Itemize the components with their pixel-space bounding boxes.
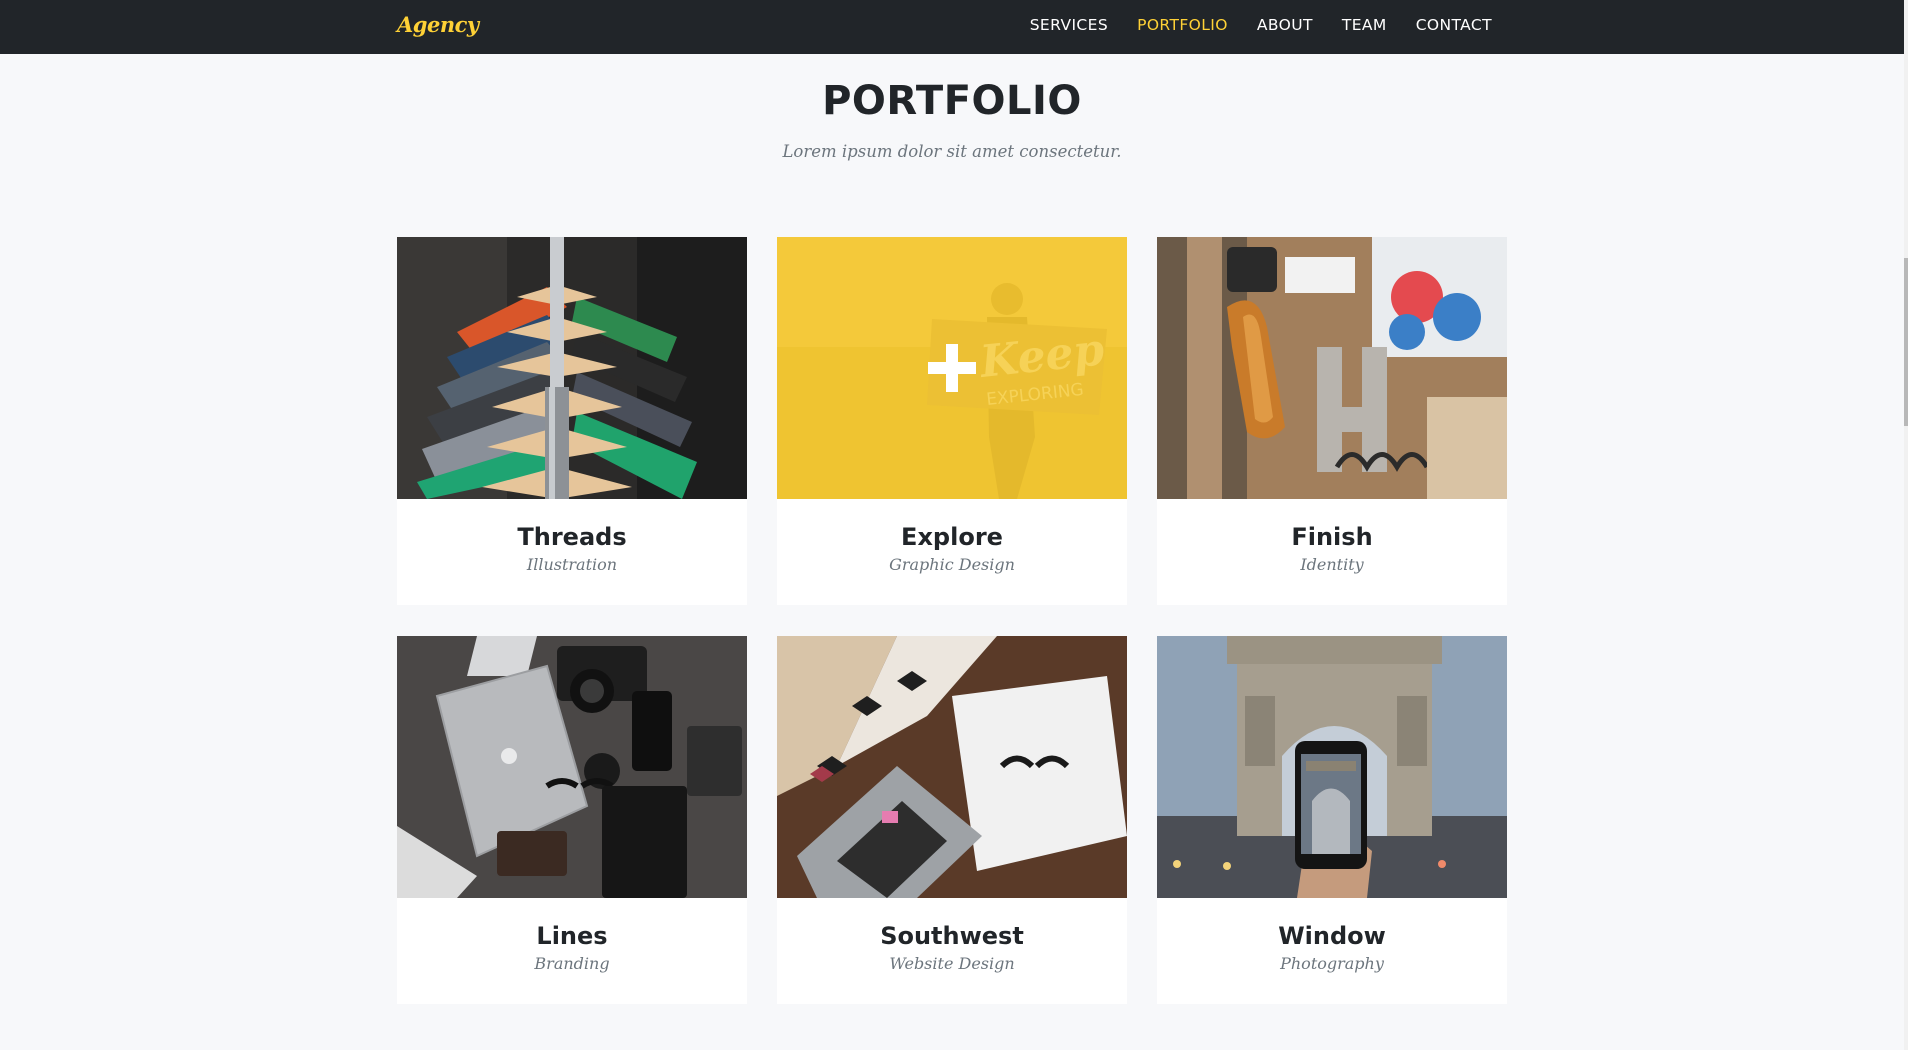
page-scrollbar[interactable] (1904, 0, 1908, 1050)
nav-link-services[interactable]: SERVICES (1030, 16, 1108, 34)
portfolio-title: Window (1278, 922, 1386, 950)
portfolio-item-southwest[interactable]: Southwest Website Design (777, 636, 1127, 1004)
navbar: Agency SERVICES PORTFOLIO ABOUT TEAM CON… (0, 0, 1904, 54)
portfolio-category: Identity (1300, 555, 1364, 574)
portfolio-caption-lines: Lines Branding (397, 898, 747, 1004)
portfolio-image-explore[interactable]: Keep EXPLORING (777, 237, 1127, 499)
portfolio-category: Photography (1280, 954, 1384, 973)
nav-link-portfolio[interactable]: PORTFOLIO (1137, 16, 1228, 34)
nav-link-contact[interactable]: CONTACT (1416, 16, 1492, 34)
brand-logo[interactable]: Agency (397, 12, 479, 37)
portfolio-caption-explore: Explore Graphic Design (777, 499, 1127, 605)
portfolio-image-window[interactable] (1157, 636, 1507, 898)
section-subheading: Lorem ipsum dolor sit amet consectetur. (782, 142, 1122, 161)
portfolio-item-finish[interactable]: Finish Identity (1157, 237, 1507, 605)
portfolio-grid: Threads Illustration Keep EXPLORING Expl… (397, 237, 1508, 1004)
portfolio-caption-window: Window Photography (1157, 898, 1507, 1004)
portfolio-image-southwest[interactable] (777, 636, 1127, 898)
portfolio-title: Finish (1291, 523, 1373, 551)
portfolio-caption-southwest: Southwest Website Design (777, 898, 1127, 1004)
portfolio-caption-finish: Finish Identity (1157, 499, 1507, 605)
plus-icon[interactable] (928, 344, 976, 392)
portfolio-category: Website Design (889, 954, 1015, 973)
portfolio-category: Graphic Design (889, 555, 1015, 574)
scrollbar-thumb[interactable] (1904, 258, 1908, 426)
section-heading: PORTFOLIO (822, 78, 1082, 124)
portfolio-category: Branding (534, 954, 610, 973)
portfolio-title: Southwest (880, 922, 1024, 950)
portfolio-image-finish[interactable] (1157, 237, 1507, 499)
nav-link-about[interactable]: ABOUT (1257, 16, 1313, 34)
portfolio-caption-threads: Threads Illustration (397, 499, 747, 605)
portfolio-category: Illustration (526, 555, 618, 574)
portfolio-item-explore[interactable]: Keep EXPLORING Explore Graphic Design (777, 237, 1127, 605)
portfolio-title: Lines (536, 922, 608, 950)
portfolio-item-threads[interactable]: Threads Illustration (397, 237, 747, 605)
portfolio-title: Threads (517, 523, 627, 551)
portfolio-item-window[interactable]: Window Photography (1157, 636, 1507, 1004)
nav-link-team[interactable]: TEAM (1342, 16, 1387, 34)
portfolio-item-lines[interactable]: Lines Branding (397, 636, 747, 1004)
nav-links: SERVICES PORTFOLIO ABOUT TEAM CONTACT (1030, 16, 1492, 34)
portfolio-image-lines[interactable] (397, 636, 747, 898)
portfolio-image-threads[interactable] (397, 237, 747, 499)
portfolio-title: Explore (901, 523, 1003, 551)
